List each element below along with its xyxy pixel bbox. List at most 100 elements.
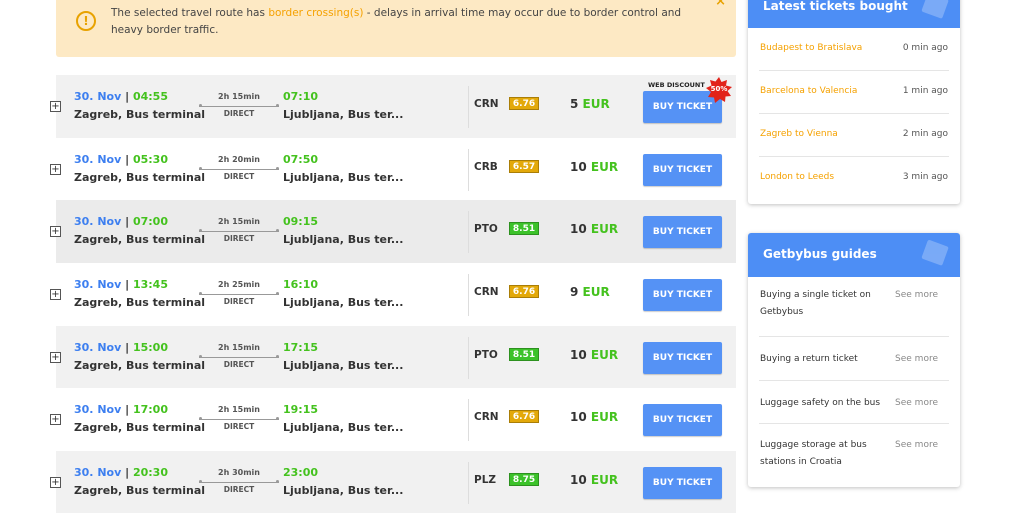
buy-ticket-button[interactable]: BUY TICKET — [643, 404, 722, 437]
rating-badge: 6.76 — [509, 410, 539, 424]
see-more-link[interactable]: See more — [895, 398, 938, 408]
route-type: DIRECT — [223, 234, 255, 244]
plus-icon[interactable]: + — [50, 226, 61, 238]
duration: 2h 15min — [218, 342, 260, 352]
arrival-time: 16:10 — [283, 278, 319, 292]
see-more-link[interactable]: See more — [895, 354, 938, 364]
route-row[interactable]: +30. Nov | 13:45 Zagreb, Bus terminal 2h 2… — [50, 263, 736, 326]
latest-ticket-item[interactable]: London to Leeds 3 min ago — [759, 157, 949, 200]
route-row[interactable]: +30. Nov | 17:00 Zagreb, Bus terminal 2h 1… — [50, 388, 736, 451]
latest-ticket-item[interactable]: Barcelona to Valencia 1 min ago — [759, 71, 949, 114]
departure-date: 30. Nov — [74, 215, 122, 229]
latest-ticket-item[interactable]: Budapest to Bratislava 0 min ago — [759, 28, 949, 71]
departure-date: 30. Nov — [74, 90, 122, 103]
departure-datetime: 30. Nov | 15:00 — [74, 341, 168, 354]
divider — [468, 274, 469, 317]
guide-item[interactable]: Buying a return ticket See more — [759, 337, 949, 381]
route-type: DIRECT — [223, 109, 255, 118]
duration: 2h 15min — [218, 405, 260, 415]
route-row[interactable]: +30. Nov | 04:55 Zagreb, Bus terminal 2h 1… — [50, 75, 736, 138]
rating-badge: 8.51 — [509, 222, 539, 236]
departure-stop: Zagreb, Bus terminal — [74, 358, 206, 372]
route-row[interactable]: +30. Nov | 20:30 Zagreb, Bus terminal 2h 3… — [50, 451, 736, 513]
buy-ticket-button[interactable]: BUY TICKET — [643, 153, 722, 186]
departure-time: 07:00 — [132, 215, 168, 229]
route-type: DIRECT — [223, 485, 255, 495]
guides-header: Getbybus guides — [748, 233, 960, 277]
latest-tickets-card: Latest tickets bought Budapest to Bratis… — [748, 0, 960, 204]
latest-ticket-item[interactable]: Zagreb to Vienna 2 min ago — [759, 114, 949, 157]
route-type: DIRECT — [223, 297, 255, 307]
border-crossing-alert: ! The selected travel route has border c… — [56, 0, 736, 57]
guide-title[interactable]: Buying a return ticket — [760, 351, 890, 368]
route-type: DIRECT — [223, 359, 255, 369]
see-more-link[interactable]: See more — [895, 440, 938, 450]
price-amount: 10 — [570, 410, 587, 425]
latest-tickets-title: Latest tickets bought — [763, 0, 908, 13]
plus-icon[interactable]: + — [50, 351, 61, 363]
guides-list: Buying a single ticket on Getbybus See mo… — [748, 277, 960, 485]
buy-ticket-button[interactable]: BUY TICKET — [643, 341, 722, 374]
see-more-link[interactable]: See more — [895, 290, 938, 300]
duration: 2h 30min — [218, 468, 260, 478]
route-row[interactable]: +30. Nov | 05:30 Zagreb, Bus terminal 2h 2… — [50, 138, 736, 201]
departure-date: 30. Nov — [74, 466, 122, 480]
carrier-code: PTO — [474, 223, 498, 236]
buy-ticket-button[interactable]: BUY TICKET — [643, 467, 722, 500]
departure-stop: Zagreb, Bus terminal — [74, 296, 206, 310]
divider — [468, 399, 469, 442]
close-icon[interactable]: × — [715, 0, 726, 9]
plus-icon[interactable]: + — [50, 289, 61, 301]
arrival-time: 19:15 — [283, 403, 319, 417]
departure-time: 17:00 — [132, 403, 168, 417]
rating-badge: 6.57 — [509, 159, 539, 173]
guide-item[interactable]: Luggage safety on the bus See more — [759, 381, 949, 424]
plus-icon[interactable]: + — [50, 101, 61, 112]
arrival-time: 07:50 — [283, 152, 319, 166]
plus-icon[interactable]: + — [50, 414, 61, 426]
route-line — [199, 166, 279, 170]
departure-time: 13:45 — [132, 278, 168, 292]
separator: | — [125, 278, 130, 292]
price: 10 EUR — [570, 473, 630, 487]
ticket-route-link[interactable]: Budapest to Bratislava — [760, 43, 862, 53]
guide-title[interactable]: Buying a single ticket on Getbybus — [760, 287, 890, 321]
divider — [468, 211, 469, 254]
buy-ticket-button[interactable]: BUY TICKET — [643, 216, 722, 249]
alert-text: The selected travel route has border cro… — [111, 5, 711, 39]
arrival-stop: Ljubljana, Bus ter... — [283, 108, 404, 121]
separator: | — [125, 215, 130, 229]
plus-icon[interactable]: + — [50, 163, 61, 175]
carrier-code: CRN — [474, 411, 499, 424]
route-type: DIRECT — [223, 171, 255, 181]
arrival-stop: Ljubljana, Bus ter... — [283, 358, 404, 372]
ticket-route-link[interactable]: Barcelona to Valencia — [760, 86, 857, 96]
currency: EUR — [582, 285, 610, 300]
guide-item[interactable]: Buying a single ticket on Getbybus See mo… — [759, 277, 949, 337]
departure-datetime: 30. Nov | 07:00 — [74, 215, 168, 228]
ticket-time-ago: 3 min ago — [902, 172, 948, 182]
web-discount-label: WEB DISCOUNT — [648, 81, 705, 89]
ticket-route-link[interactable]: London to Leeds — [760, 172, 834, 182]
carrier-code: PTO — [474, 348, 498, 361]
divider — [468, 462, 469, 505]
guide-title[interactable]: Luggage safety on the bus — [760, 395, 890, 412]
discount-value: 50% — [710, 85, 728, 93]
ticket-time-ago: 1 min ago — [902, 86, 948, 96]
arrival-time: 07:10 — [283, 90, 319, 103]
arrival-stop: Ljubljana, Bus ter... — [283, 170, 404, 184]
route-row[interactable]: +30. Nov | 07:00 Zagreb, Bus terminal 2h 1… — [50, 200, 736, 264]
divider — [468, 148, 469, 191]
route-row[interactable]: +30. Nov | 15:00 Zagreb, Bus terminal 2h 1… — [50, 325, 736, 389]
discount-badge: 50% — [706, 77, 732, 103]
guides-card: Getbybus guides Buying a single ticket o… — [748, 233, 960, 487]
price-amount: 10 — [570, 222, 587, 237]
ticket-route-link[interactable]: Zagreb to Vienna — [760, 129, 838, 139]
border-crossing-link[interactable]: border crossing(s) — [268, 7, 363, 19]
guide-title[interactable]: Luggage storage at bus stations in Croat… — [760, 437, 890, 471]
plus-icon[interactable]: + — [50, 477, 61, 489]
latest-tickets-header: Latest tickets bought — [748, 0, 960, 28]
divider — [468, 336, 469, 379]
guide-item[interactable]: Luggage storage at bus stations in Croat… — [759, 424, 949, 485]
buy-ticket-button[interactable]: BUY TICKET — [643, 279, 722, 312]
